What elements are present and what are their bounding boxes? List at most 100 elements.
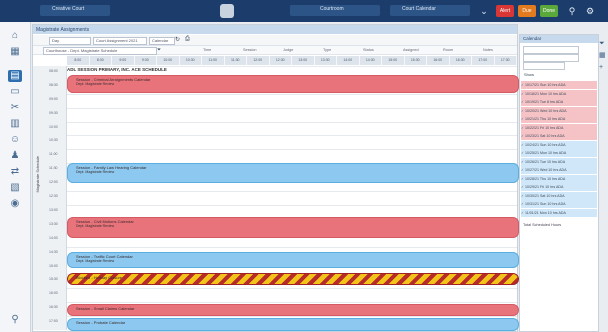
row-time-label: 08:30 (49, 82, 58, 87)
home-icon[interactable]: ⌂ (8, 30, 22, 42)
panel-header: Magistrate Assignments (33, 25, 517, 34)
row-time-label: 16:00 (49, 291, 58, 296)
mode-select[interactable]: Day (49, 37, 91, 45)
calendar-item-text: 10/17/21 Sun 10 hrs ADA (525, 83, 566, 87)
row-time-label: 11:30 (49, 166, 58, 171)
schedule-event-bar[interactable]: Session - Small Claims Calendar (67, 304, 519, 316)
toolbar: Court Assignment 2021 Calendar ↻ ⎙ Day (33, 35, 517, 46)
building-icon[interactable]: ▦ (599, 52, 607, 60)
schedule-event-bar[interactable]: Blocked - Holiday Closure (67, 273, 519, 285)
calendar-list-item[interactable]: ✓10/24/21 Sun 10 hrs ADA (521, 140, 597, 149)
tools-icon[interactable]: ✂ (8, 102, 22, 114)
filter-icon[interactable]: ⏷ (157, 47, 161, 53)
calendar-list-item[interactable]: ✓10/26/21 Tue 10 hrs ADA (521, 157, 597, 166)
time-slot-header-cell: 8:30 (90, 56, 112, 65)
schedule-event-bar[interactable]: Session - Traffic Court Calendar Dept. Ma… (67, 252, 519, 268)
add-icon[interactable]: + (599, 64, 607, 72)
calendar-list-item[interactable]: ✓11/01/21 Mon 10 hrs ADA (521, 208, 597, 217)
event-title: Session - Probate Calendar (76, 320, 126, 325)
event-title: Session - Small Claims Calendar (76, 306, 135, 311)
calendar-item-text: 10/27/21 Wed 10 hrs ADA (525, 168, 567, 172)
time-slot-header-cell: 13:00 (292, 56, 315, 65)
done-badge-button[interactable]: Done (540, 5, 558, 17)
building-icon[interactable]: ▦ (8, 46, 22, 58)
grid-row-line (67, 93, 517, 95)
help-icon[interactable]: ⚲ (8, 314, 22, 326)
grid-row-line (67, 191, 517, 193)
column-label: Assigned (403, 48, 419, 52)
row-time-label: 09:30 (49, 110, 58, 115)
calendar-list-item[interactable]: ✓10/25/21 Mon 10 hrs ADA (521, 149, 597, 157)
search-icon[interactable]: ⚲ (566, 5, 578, 17)
row-time-label: 14:30 (49, 249, 58, 254)
calendar-list-item[interactable]: ✓10/28/21 Thu 10 hrs ADA (521, 174, 597, 183)
calendar-list-item[interactable]: ✓10/19/21 Tue 8 hrs ADA (521, 98, 597, 106)
calendar-list-item[interactable]: ✓10/18/21 Mon 10 hrs ADA (521, 89, 597, 98)
due-badge-button[interactable]: Due (518, 5, 536, 17)
assignment-select[interactable]: Court Assignment 2021 (93, 37, 147, 45)
courthouse-select[interactable]: Courthouse - Dept. Magistrate Schedule (43, 47, 157, 55)
schedule-event-bar[interactable]: Session - Probate Calendar (67, 318, 519, 331)
column-label: Session (243, 48, 257, 52)
alert-badge-button[interactable]: Alert (496, 5, 514, 17)
grid-row-line (67, 135, 517, 137)
calendar-list-item[interactable]: ✓10/30/21 Sat 10 hrs ADA (521, 191, 597, 200)
grid-row-line (67, 107, 517, 109)
column-label: Time (203, 48, 212, 52)
calendar-item-text: 10/21/21 Thu 10 hrs ADA (525, 117, 566, 121)
calendar-list-item[interactable]: ✓10/17/21 Sun 10 hrs ADA (521, 81, 597, 89)
side-search-input[interactable] (523, 46, 579, 54)
total-hours-label: Total Scheduled Hours (523, 223, 562, 227)
calendar-item-text: 10/25/21 Mon 10 hrs ADA (525, 151, 567, 155)
schedule-event-bar[interactable]: Session - Family Law Hearing Calendar Dep… (67, 163, 519, 183)
report-icon[interactable]: ▧ (8, 182, 22, 194)
calendar-item-text: 10/19/21 Tue 8 hrs ADA (525, 100, 564, 104)
calendar-list-item[interactable]: ✓10/27/21 Wed 10 hrs ADA (521, 166, 597, 174)
group-icon[interactable]: ♟ (8, 150, 22, 162)
print-icon[interactable]: ⎙ (185, 36, 190, 43)
calendar-list-item[interactable]: ✓10/31/21 Sun 10 hrs ADA (521, 200, 597, 208)
grid-row-line (67, 316, 517, 318)
time-slot-header-cell: 14:00 (337, 56, 360, 65)
side-label: Magistrate Schedule (35, 156, 40, 193)
event-subtitle: Dept. Magistrate Review (76, 224, 115, 228)
row-time-label: 12:30 (49, 194, 58, 199)
schedule-event-bar[interactable]: Session - Civil Motions Calendar Dept. Ma… (67, 217, 519, 238)
chevron-down-icon[interactable]: ⌄ (478, 5, 490, 17)
row-time-label: 17:00 (49, 319, 58, 324)
top-navigation-bar: Creative Court Courtroom Court Calendar … (0, 0, 608, 22)
calendar-item-text: 10/28/21 Thu 10 hrs ADA (525, 176, 566, 181)
user-icon[interactable]: ☺ (8, 134, 22, 146)
grid-row-line (67, 204, 517, 206)
globe-icon[interactable]: ◉ (8, 198, 22, 210)
time-slot-header-cell: 15:00 (382, 56, 405, 65)
calendar-select[interactable]: Calendar (149, 37, 175, 45)
event-title: Blocked - Holiday Closure (76, 275, 123, 280)
calendar-list-item[interactable]: ✓10/22/21 Fri 10 hrs ADA (521, 123, 597, 132)
gear-icon[interactable]: ⚙ (584, 5, 596, 17)
document-icon[interactable]: ▥ (8, 118, 22, 130)
time-slot-header-cell: 11:00 (202, 56, 225, 65)
side-date-input[interactable] (523, 54, 579, 62)
calendar-list-item[interactable]: ✓10/23/21 Sat 10 hrs ADA (521, 132, 597, 140)
time-slot-header-cell: 11:30 (225, 56, 247, 65)
grid-row-line (67, 288, 517, 290)
row-label-column: Magistrate Schedule 08:00 08:30 09:00 09:30… (33, 66, 67, 330)
row-time-label: 14:00 (49, 235, 58, 240)
schedule-event-bar[interactable]: Session - Criminal Arraignments Calendar… (67, 75, 519, 93)
calendar-icon[interactable]: ▤ (8, 70, 22, 82)
transfer-icon[interactable]: ⇄ (8, 166, 22, 178)
filter-icon[interactable]: ⏷ (599, 40, 607, 48)
column-label: Notes (483, 48, 493, 52)
calendar-item-text: 10/22/21 Fri 10 hrs ADA (525, 125, 564, 130)
calendar-list-item[interactable]: ✓10/20/21 Wed 10 hrs ADA (521, 106, 597, 115)
calendar-list-item[interactable]: ✓10/21/21 Thu 10 hrs ADA (521, 115, 597, 123)
refresh-icon[interactable]: ↻ (175, 36, 180, 43)
time-slot-header-cell: 13:30 (315, 56, 337, 65)
far-right-tools: ⏷ ▦ + (598, 34, 608, 74)
calendar-list-item[interactable]: ✓10/29/21 Fri 10 hrs ADA (521, 183, 597, 191)
side-filter-input[interactable] (523, 62, 565, 70)
inbox-icon[interactable]: ▭ (8, 86, 22, 98)
row-time-label: 10:00 (49, 124, 58, 129)
section-title: ADL SESSION PRIMARY, INC. ACE SCHEDULE (67, 67, 167, 72)
